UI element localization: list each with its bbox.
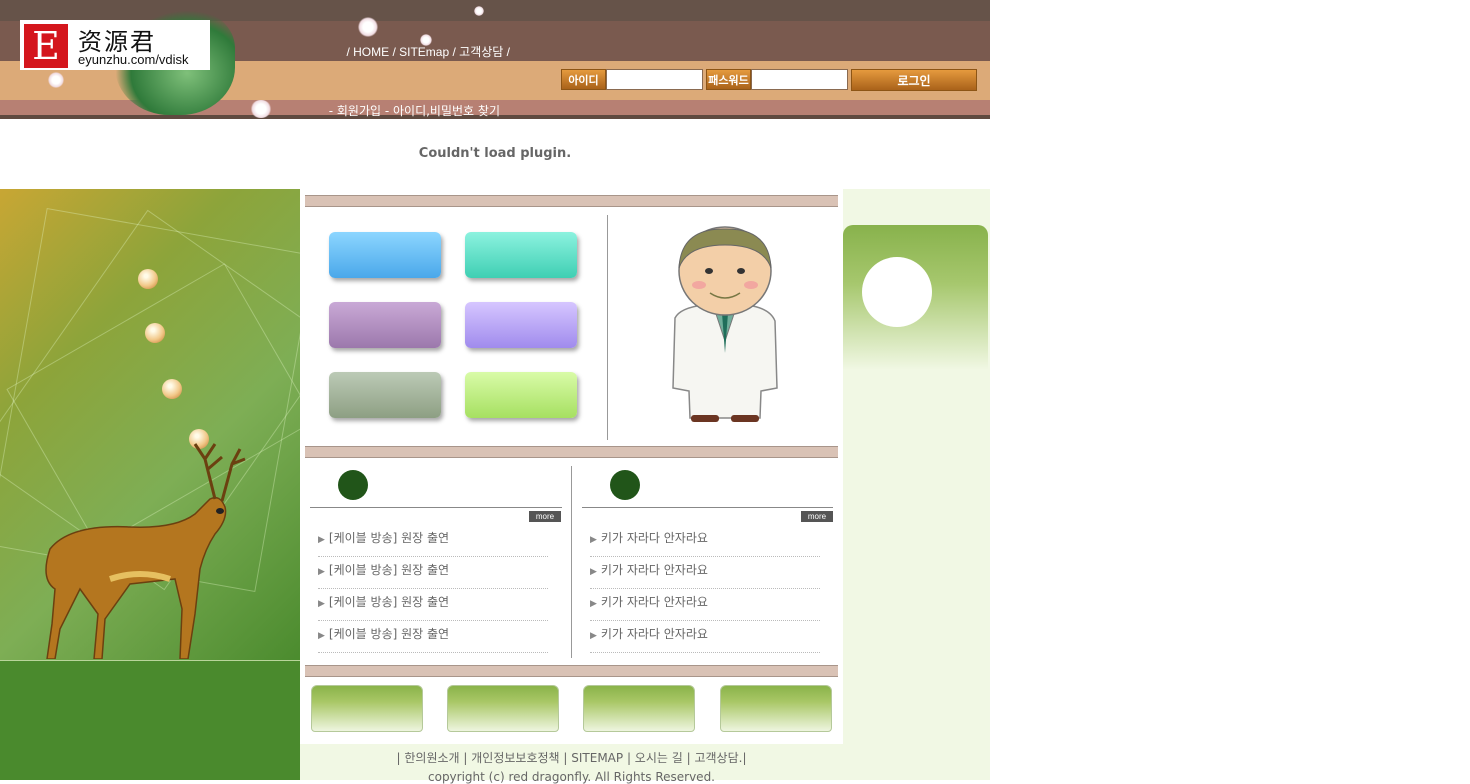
bottom-banner[interactable] xyxy=(720,685,832,732)
right-widget-circle xyxy=(862,257,932,327)
plugin-error-message: Couldn't load plugin. xyxy=(418,146,572,161)
flower-decoration xyxy=(250,100,272,118)
news-item[interactable]: ▶ 키가 자라다 안자라요 xyxy=(590,557,820,589)
account-links: - 회원가입 - 아이디,비밀번호 찾기 xyxy=(328,104,500,118)
news-section-icon xyxy=(338,470,368,500)
password-input[interactable] xyxy=(751,69,848,90)
pearl-decoration xyxy=(145,323,165,343)
section-bar xyxy=(305,446,838,458)
more-button[interactable]: more xyxy=(801,511,833,522)
news-section-icon xyxy=(610,470,640,500)
flower-decoration xyxy=(474,6,484,16)
logo-letter: E xyxy=(24,24,68,68)
menu-button-blue[interactable] xyxy=(329,232,441,278)
pearl-decoration xyxy=(162,379,182,399)
news-list-right: ▶ 키가 자라다 안자라요 ▶ 키가 자라다 안자라요 ▶ 키가 자라다 안자라요 ▶… xyxy=(590,525,820,653)
news-item[interactable]: ▶ 키가 자라다 안자라요 xyxy=(590,525,820,557)
menu-button-teal[interactable] xyxy=(465,232,577,278)
top-nav: / HOME / SITEmap / 고객상담 / xyxy=(346,45,510,59)
left-visual-panel xyxy=(0,189,338,780)
doctor-illustration xyxy=(672,226,778,422)
news-rule xyxy=(310,507,562,508)
section-bar xyxy=(305,665,838,677)
id-label: 아이디 xyxy=(561,69,606,90)
flower-decoration xyxy=(48,72,64,88)
news-list-left: ▶ [케이블 방송] 원장 출연 ▶ [케이블 방송] 원장 출연 ▶ [케이블 방송… xyxy=(318,525,548,653)
signup-link[interactable]: 회원가입 xyxy=(337,104,381,118)
footer-links: | 한의원소개 | 개인정보보호정책 | SITEMAP | 오시는 길 | 고… xyxy=(396,751,747,765)
pearl-decoration xyxy=(138,269,158,289)
menu-button-purple[interactable] xyxy=(329,302,441,348)
nav-sitemap-link[interactable]: SITEmap xyxy=(399,45,449,59)
news-item[interactable]: ▶ [케이블 방송] 원장 출연 xyxy=(318,621,548,653)
news-item[interactable]: ▶ 키가 자라다 안자라요 xyxy=(590,621,820,653)
password-label: 패스워드 xyxy=(706,69,751,90)
panel-divider xyxy=(0,660,300,661)
more-button[interactable]: more xyxy=(529,511,561,522)
bottom-banner[interactable] xyxy=(583,685,695,732)
section-bar xyxy=(305,195,838,207)
login-button[interactable]: 로그인 xyxy=(851,69,977,91)
find-account-link[interactable]: 아이디,비밀번호 찾기 xyxy=(393,104,500,118)
footer-link-sitemap[interactable]: SITEMAP xyxy=(571,751,623,765)
menu-button-sage[interactable] xyxy=(329,372,441,418)
section-divider xyxy=(607,215,608,440)
right-panel xyxy=(843,189,990,780)
site-footer: | 한의원소개 | 개인정보보호정책 | SITEMAP | 오시는 길 | 고… xyxy=(300,744,843,784)
logo-url: eyunzhu.com/vdisk xyxy=(78,52,189,67)
news-divider xyxy=(571,466,572,658)
bottom-banner[interactable] xyxy=(447,685,559,732)
news-item[interactable]: ▶ [케이블 방송] 원장 출연 xyxy=(318,525,548,557)
menu-button-lavender[interactable] xyxy=(465,302,577,348)
footer-link-about[interactable]: 한의원소개 xyxy=(404,751,459,765)
deer-banner xyxy=(0,189,338,661)
flower-decoration xyxy=(358,17,378,37)
site-logo[interactable]: E 资源君 eyunzhu.com/vdisk xyxy=(20,20,210,70)
news-item[interactable]: ▶ [케이블 방송] 원장 출연 xyxy=(318,589,548,621)
nav-home-link[interactable]: HOME xyxy=(353,45,389,59)
copyright: copyright (c) red dragonfly. All Rights … xyxy=(428,770,715,784)
footer-link-directions[interactable]: 오시는 길 xyxy=(635,751,683,765)
news-rule xyxy=(582,507,833,508)
nav-support-link[interactable]: 고객상담 xyxy=(459,45,503,59)
bottom-banner[interactable] xyxy=(311,685,423,732)
menu-button-lime[interactable] xyxy=(465,372,577,418)
right-widget xyxy=(843,225,988,370)
footer-link-privacy[interactable]: 개인정보보호정책 xyxy=(471,751,559,765)
footer-link-support[interactable]: 고객상담. xyxy=(694,751,742,765)
news-item[interactable]: ▶ [케이블 방송] 원장 출연 xyxy=(318,557,548,589)
site-header: E 资源君 eyunzhu.com/vdisk / HOME / SITEmap… xyxy=(0,0,990,119)
news-item[interactable]: ▶ 키가 자라다 안자라요 xyxy=(590,589,820,621)
main-content: more ▶ [케이블 방송] 원장 출연 ▶ [케이블 방송] 원장 출연 ▶ [케… xyxy=(300,189,843,744)
deer-illustration xyxy=(45,443,246,659)
id-input[interactable] xyxy=(606,69,703,90)
